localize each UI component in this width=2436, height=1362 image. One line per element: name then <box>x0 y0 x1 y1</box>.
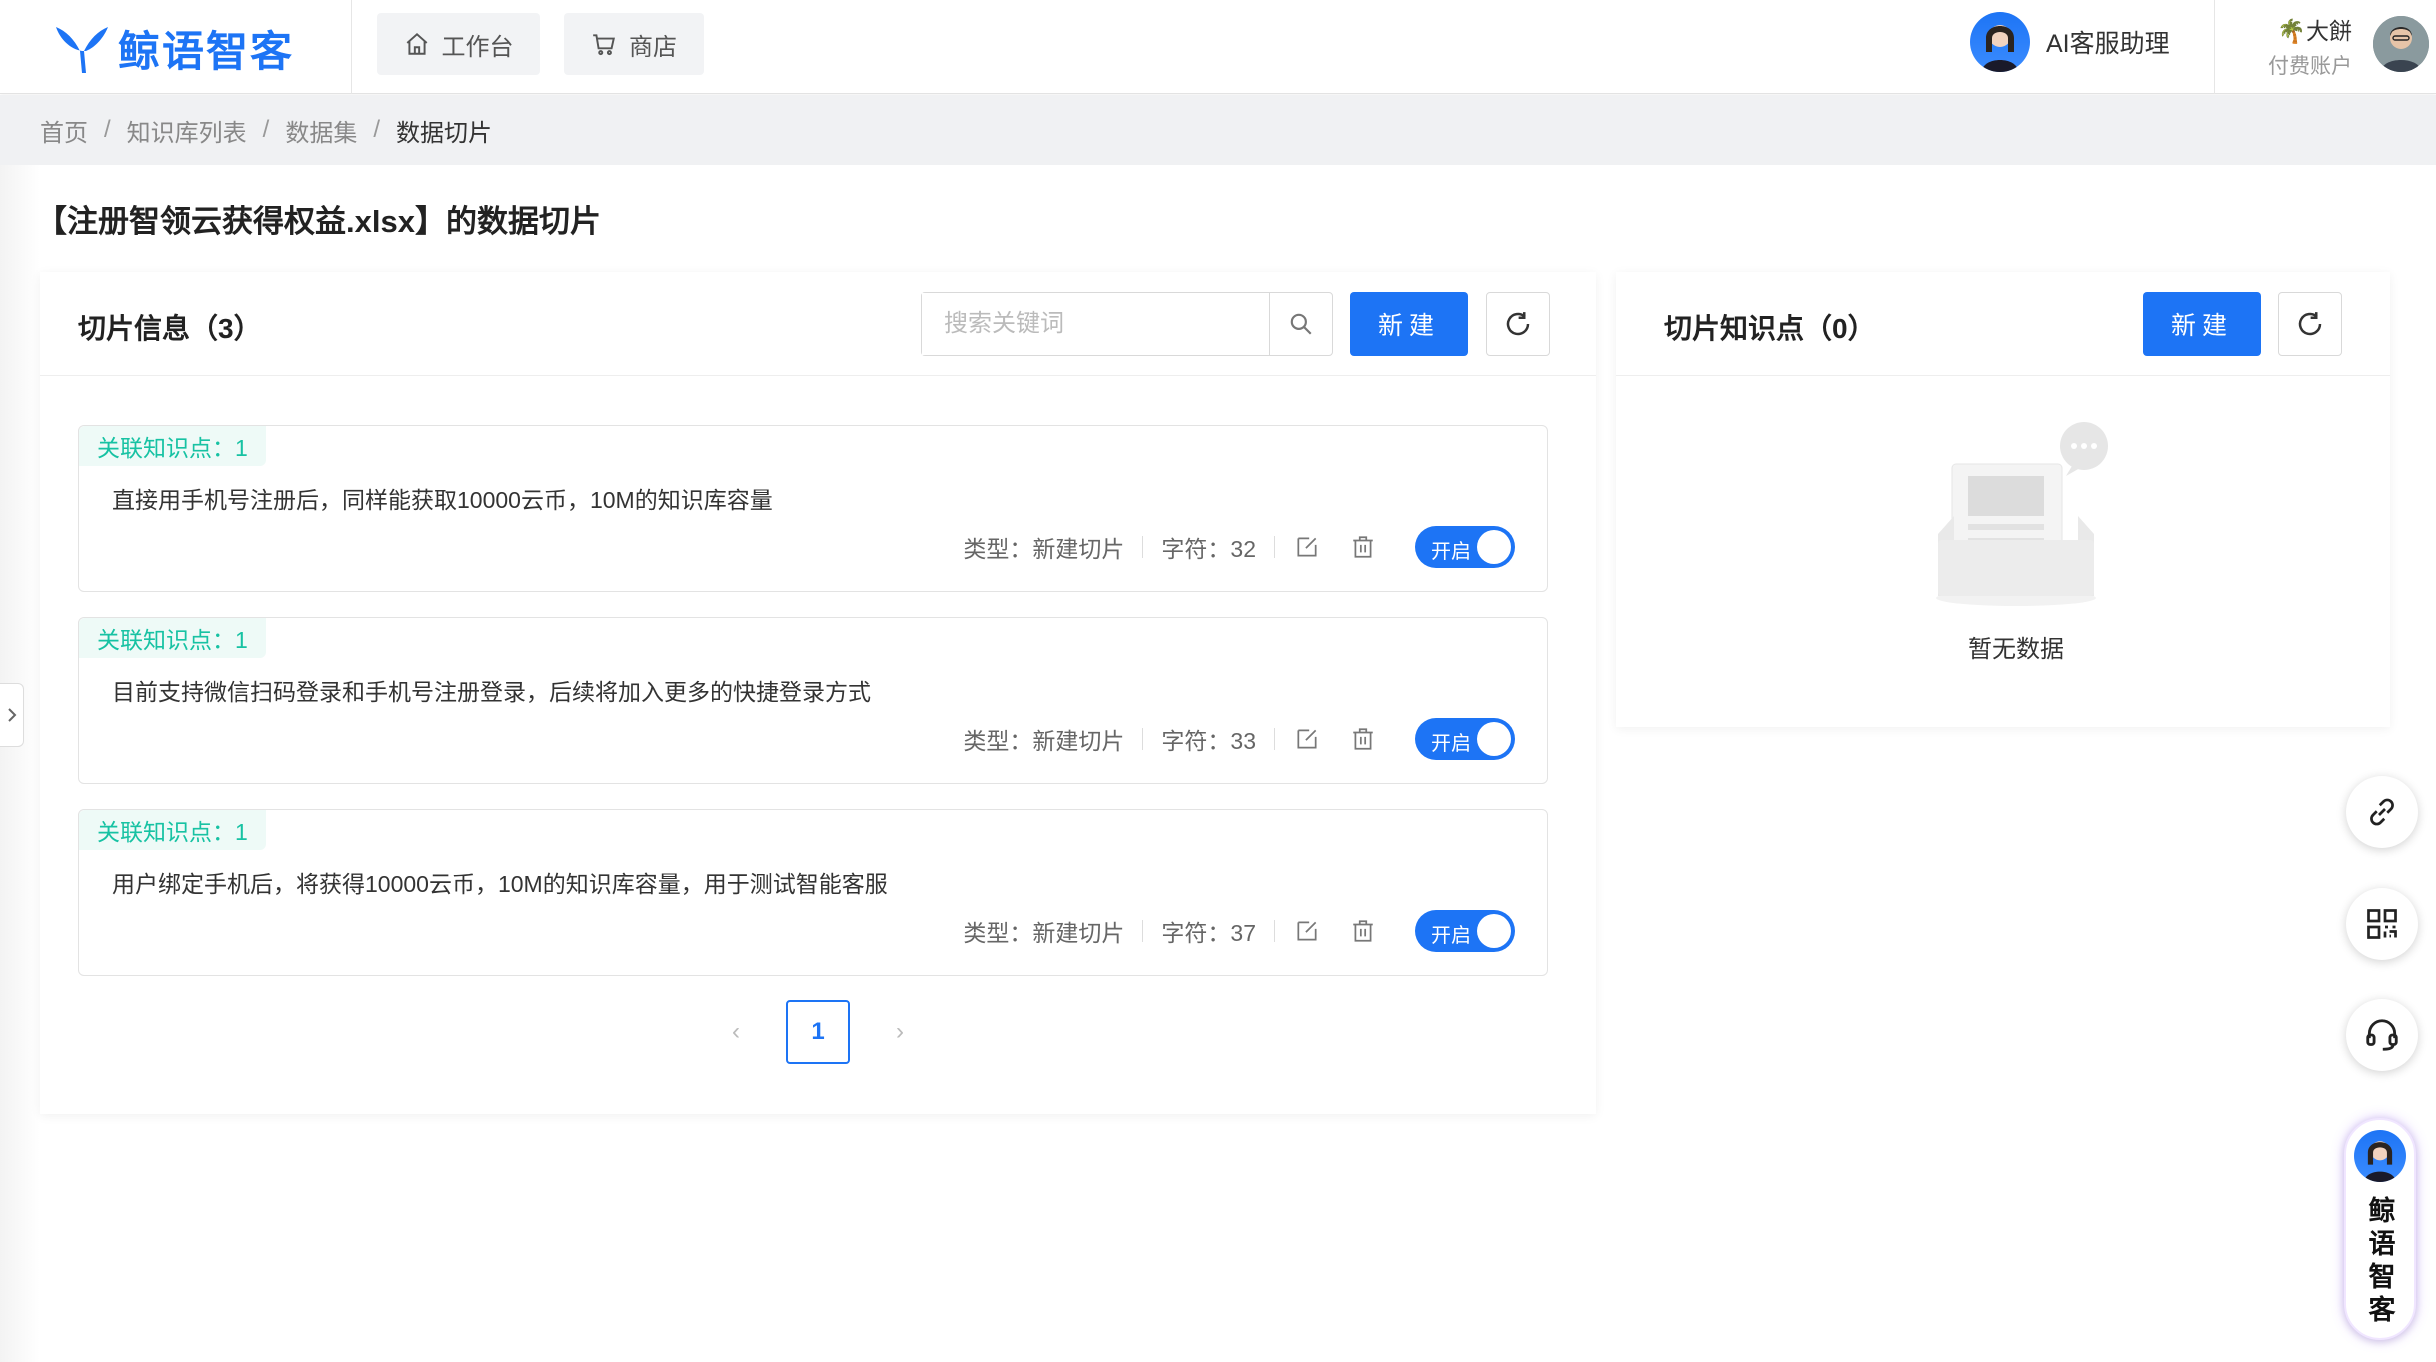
toggle-label: 开启 <box>1431 925 1471 947</box>
nav-workbench-label: 工作台 <box>441 33 514 61</box>
knowledge-panel-header: 切片知识点（0） 新建 <box>1616 272 2390 376</box>
slice-char-count: 字符：33 <box>1161 728 1256 754</box>
refresh-knowledge-button[interactable] <box>2278 292 2342 356</box>
slice-enable-toggle[interactable]: 开启 <box>1415 526 1515 568</box>
divider <box>2214 0 2215 94</box>
empty-state: 暂无数据 <box>1916 420 2116 664</box>
linked-points-tag: 关联知识点：1 <box>79 426 266 466</box>
delete-icon[interactable] <box>1349 917 1377 945</box>
brand-name: 鲸语智客 <box>118 26 295 76</box>
slice-content: 直接用手机号注册后，同样能获取10000云币，10M的知识库容量 <box>112 487 773 513</box>
link-button[interactable] <box>2346 776 2418 848</box>
slice-char-count: 字符：32 <box>1161 536 1256 562</box>
search-box <box>921 292 1333 356</box>
slice-meta: 类型：新建切片 字符：37 开启 <box>963 910 1515 952</box>
empty-inbox-icon <box>1936 422 2108 606</box>
toggle-knob <box>1477 722 1511 756</box>
breadcrumb-home[interactable]: 首页 <box>40 113 88 148</box>
pagination: ‹ 1 › <box>40 1000 1596 1064</box>
chat-widget-launcher[interactable]: 鲸语智客 <box>2344 1118 2416 1340</box>
slice-card: 关联知识点：1 目前支持微信扫码登录和手机号注册登录，后续将加入更多的快捷登录方… <box>78 617 1548 784</box>
refresh-slices-button[interactable] <box>1486 292 1550 356</box>
knowledge-panel-title: 切片知识点（0） <box>1664 313 1876 344</box>
user-info[interactable]: 🌴大餅 付费账户 <box>2268 12 2352 80</box>
search-icon <box>1290 313 1312 335</box>
home-icon <box>406 32 427 55</box>
slice-meta: 类型：新建切片 字符：33 开启 <box>963 718 1515 760</box>
refresh-icon <box>1506 312 1530 336</box>
linked-points-tag: 关联知识点：1 <box>79 618 266 658</box>
search-button[interactable] <box>1270 293 1332 355</box>
qr-code-icon <box>2367 909 2397 939</box>
refresh-icon <box>2298 312 2322 336</box>
slice-char-count: 字符：37 <box>1161 920 1256 946</box>
breadcrumb-dataset[interactable]: 数据集 <box>285 113 357 148</box>
slice-card: 关联知识点：1 用户绑定手机后，将获得10000云币，10M的知识库容量，用于测… <box>78 809 1548 976</box>
slice-enable-toggle[interactable]: 开启 <box>1415 718 1515 760</box>
brand-logo[interactable]: 鲸语智客 <box>52 18 294 78</box>
slice-enable-toggle[interactable]: 开启 <box>1415 910 1515 952</box>
knowledge-points-panel: 切片知识点（0） 新建 暂无数据 <box>1616 272 2390 727</box>
slice-type: 类型：新建切片 <box>963 728 1125 754</box>
breadcrumb: 首页 / 知识库列表 / 数据集 / 数据切片 <box>0 95 2436 165</box>
delete-icon[interactable] <box>1349 533 1377 561</box>
linked-points-tag: 关联知识点：1 <box>79 810 266 850</box>
assistant-avatar <box>1970 12 2030 72</box>
new-slice-button[interactable]: 新建 <box>1350 292 1468 356</box>
slice-type: 类型：新建切片 <box>963 536 1125 562</box>
toggle-label: 开启 <box>1431 541 1471 563</box>
edit-icon[interactable] <box>1293 533 1321 561</box>
widget-avatar <box>2354 1130 2406 1182</box>
slice-meta: 类型：新建切片 字符：32 开启 <box>963 526 1515 568</box>
customer-service-button[interactable] <box>2346 999 2418 1071</box>
toggle-knob <box>1477 530 1511 564</box>
user-avatar[interactable] <box>2373 16 2429 72</box>
prev-page-button[interactable]: ‹ <box>732 1018 740 1046</box>
chevron-right-icon <box>7 708 16 722</box>
breadcrumb-current: 数据切片 <box>396 119 493 147</box>
delete-icon[interactable] <box>1349 725 1377 753</box>
sidebar-expand-toggle[interactable] <box>0 683 24 747</box>
slice-content: 用户绑定手机后，将获得10000云币，10M的知识库容量，用于测试智能客服 <box>112 871 888 897</box>
nav-workbench-button[interactable]: 工作台 <box>377 13 540 75</box>
empty-text: 暂无数据 <box>1968 636 2064 663</box>
slices-panel: 切片信息（3） 新建 关联知识点：1 直接用手机号注册后，同样能获取10000云… <box>40 272 1596 1114</box>
edit-icon[interactable] <box>1293 725 1321 753</box>
qr-code-button[interactable] <box>2346 888 2418 960</box>
assistant-label: AI客服助理 <box>2046 30 2170 58</box>
ai-assistant-button[interactable]: AI客服助理 <box>1970 12 2170 72</box>
new-knowledge-point-button[interactable]: 新建 <box>2143 292 2261 356</box>
page-number-1[interactable]: 1 <box>786 1000 850 1064</box>
top-navbar: 鲸语智客 工作台 商店 AI客服助理 🌴大餅 付费账户 <box>0 0 2436 94</box>
slice-card: 关联知识点：1 直接用手机号注册后，同样能获取10000云币，10M的知识库容量… <box>78 425 1548 592</box>
divider <box>351 0 352 94</box>
page-title: 【注册智领云获得权益.xlsx】的数据切片 <box>36 204 601 239</box>
nav-store-label: 商店 <box>629 33 677 61</box>
breadcrumb-kb-list[interactable]: 知识库列表 <box>127 113 247 148</box>
toggle-label: 开启 <box>1431 733 1471 755</box>
headset-icon <box>2366 1019 2398 1051</box>
cart-icon <box>593 34 615 56</box>
link-icon <box>2370 798 2394 826</box>
edit-icon[interactable] <box>1293 917 1321 945</box>
slice-content: 目前支持微信扫码登录和手机号注册登录，后续将加入更多的快捷登录方式 <box>112 679 871 705</box>
search-input[interactable] <box>922 293 1270 355</box>
widget-brand-label: 鲸语智客 <box>2364 1196 2395 1328</box>
toggle-knob <box>1477 914 1511 948</box>
account-type: 付费账户 <box>2268 55 2352 78</box>
nav-store-button[interactable]: 商店 <box>564 13 704 75</box>
left-rail <box>0 165 40 1362</box>
user-name: 🌴大餅 <box>2277 18 2352 44</box>
whale-tail-icon <box>56 27 108 73</box>
next-page-button[interactable]: › <box>896 1018 904 1046</box>
slice-type: 类型：新建切片 <box>963 920 1125 946</box>
slices-panel-header: 切片信息（3） 新建 <box>40 272 1596 376</box>
slices-panel-title: 切片信息（3） <box>78 313 262 344</box>
